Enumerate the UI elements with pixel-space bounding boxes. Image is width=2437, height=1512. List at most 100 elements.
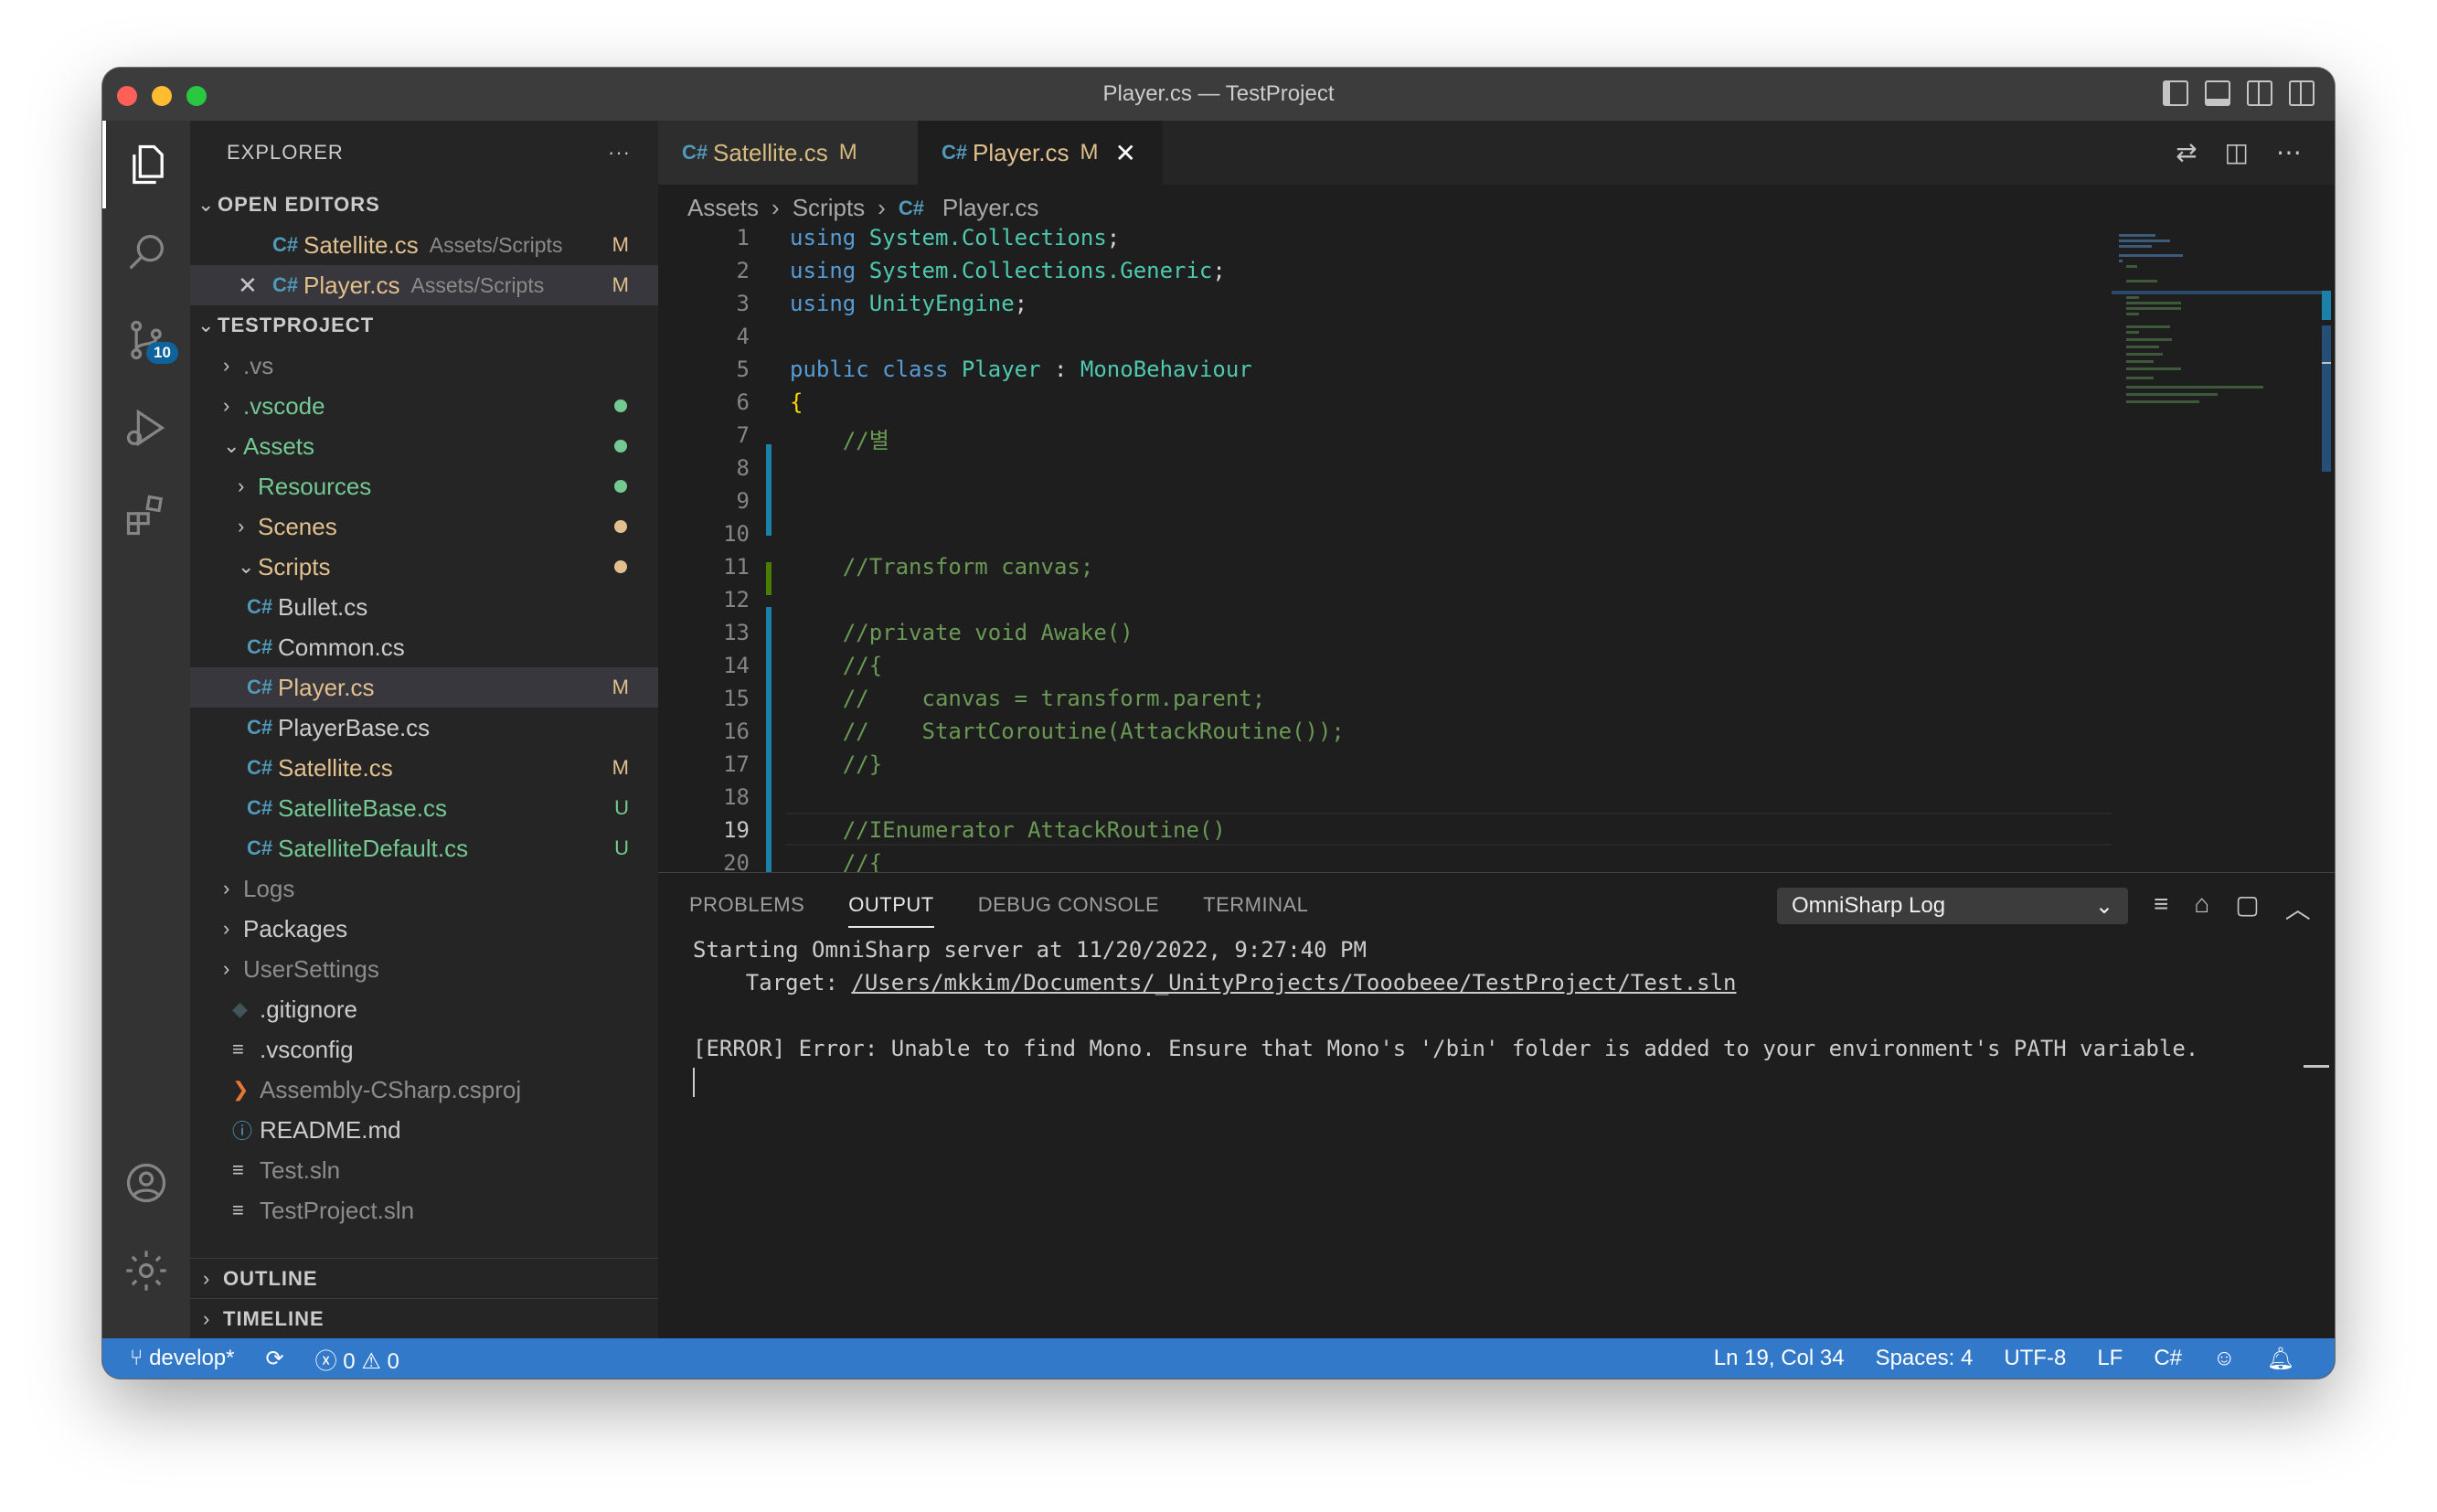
tree-folder[interactable]: › UserSettings: [190, 949, 658, 989]
tree-file[interactable]: C# SatelliteBase.cs U: [190, 788, 658, 828]
tree-file[interactable]: ❯ Assembly-CSharp.csproj: [190, 1070, 658, 1110]
tree-file[interactable]: C# Bullet.cs: [190, 587, 658, 627]
line-number: 3: [736, 291, 750, 316]
toggle-primary-sidebar-icon[interactable]: [2163, 80, 2188, 106]
window-controls: [117, 86, 207, 106]
status-right: Ln 19, Col 34 Spaces: 4 UTF-8 LF C# ☺ 🔔︎: [1714, 1346, 2294, 1372]
breadcrumb-item[interactable]: Player.cs: [942, 194, 1039, 222]
search-icon[interactable]: [102, 208, 190, 296]
code-line: //}: [790, 751, 883, 777]
tree-folder[interactable]: › Packages: [190, 909, 658, 949]
output-log[interactable]: Starting OmniSharp server at 11/20/2022,…: [693, 933, 2198, 1098]
open-changes-icon[interactable]: ⇄: [2176, 137, 2197, 167]
tree-folder[interactable]: › .vscode: [190, 386, 658, 426]
lock-scroll-icon[interactable]: ⌂: [2194, 889, 2209, 926]
indentation[interactable]: Spaces: 4: [1876, 1346, 1974, 1371]
more-actions-icon[interactable]: ⋯: [2276, 137, 2302, 167]
language-mode[interactable]: C#: [2154, 1346, 2182, 1371]
toggle-panel-icon[interactable]: [2205, 80, 2230, 106]
branch-indicator[interactable]: ⑂ develop*: [130, 1346, 235, 1371]
extensions-icon[interactable]: [102, 472, 190, 559]
sync-icon[interactable]: ⟳: [266, 1346, 284, 1372]
output-channel-select[interactable]: OmniSharp Log ⌄: [1777, 888, 2128, 924]
tree-file-selected[interactable]: C# Player.cs M: [190, 667, 658, 708]
tree-folder[interactable]: ⌄ Assets: [190, 426, 658, 466]
tree-file[interactable]: ≡ .vsconfig: [190, 1029, 658, 1070]
close-tab-icon[interactable]: ✕: [1115, 138, 1136, 168]
tab-terminal[interactable]: TERMINAL: [1203, 893, 1308, 928]
run-debug-icon[interactable]: [102, 384, 190, 472]
accounts-icon[interactable]: [102, 1139, 190, 1227]
git-file-icon: ◆: [232, 997, 248, 1020]
close-icon[interactable]: ✕: [238, 272, 272, 300]
open-editor-item[interactable]: ✕ C# Player.cs Assets/Scripts M: [190, 265, 658, 305]
tree-file[interactable]: ≡ Test.sln: [190, 1150, 658, 1190]
customize-layout-icon[interactable]: [2289, 80, 2315, 106]
log-line: Target: /Users/mkkim/Documents/_UnityPro…: [693, 970, 1737, 996]
status-bar: ⑂ develop* ⟳ ⓧ 0 ⚠ 0 Ln 19, Col 34 Space…: [102, 1338, 2335, 1379]
scroll-thumb[interactable]: [2322, 325, 2331, 389]
breadcrumb-item[interactable]: Assets: [687, 194, 759, 222]
tree-folder[interactable]: ⌄ Scripts: [190, 547, 658, 587]
open-in-editor-icon[interactable]: ▢: [2235, 889, 2259, 926]
encoding[interactable]: UTF-8: [2004, 1346, 2066, 1371]
solution-path-link[interactable]: /Users/mkkim/Documents/_UnityProjects/To…: [851, 970, 1736, 996]
manage-gear-icon[interactable]: [102, 1227, 190, 1315]
untracked-dot: [614, 440, 627, 453]
tree-file[interactable]: C# PlayerBase.cs: [190, 708, 658, 748]
code-line: //Transform canvas;: [790, 554, 1094, 580]
tree-file[interactable]: ◆ .gitignore: [190, 989, 658, 1029]
split-editor-icon[interactable]: ◫: [2225, 137, 2249, 167]
timeline-section[interactable]: › TIMELINE: [190, 1298, 658, 1338]
vscode-window: Player.cs — TestProject 10 EXPLORER ··· …: [102, 68, 2335, 1379]
config-file-icon: ≡: [232, 1038, 244, 1060]
notifications-bell-icon[interactable]: 🔔︎: [2267, 1346, 2294, 1372]
end-of-line[interactable]: LF: [2097, 1346, 2123, 1371]
tab-satellite[interactable]: C# Satellite.cs M: [658, 121, 918, 185]
explorer-icon[interactable]: [102, 121, 190, 208]
tab-output[interactable]: OUTPUT: [848, 893, 934, 928]
tree-folder[interactable]: › Logs: [190, 868, 658, 909]
tab-problems[interactable]: PROBLEMS: [689, 893, 804, 928]
git-status-badge: M: [612, 233, 629, 256]
close-window-button[interactable]: [117, 86, 137, 106]
tree-folder[interactable]: › Scenes: [190, 506, 658, 547]
csharp-file-icon: C#: [247, 635, 273, 658]
tab-player[interactable]: C# Player.cs M ✕: [918, 121, 1163, 185]
tree-file[interactable]: C# Satellite.cs M: [190, 748, 658, 788]
minimize-window-button[interactable]: [152, 86, 172, 106]
tree-file[interactable]: ⓘ README.md: [190, 1110, 658, 1150]
tree-folder[interactable]: › Resources: [190, 466, 658, 506]
problems-indicator[interactable]: ⓧ 0 ⚠ 0: [315, 1343, 399, 1375]
outline-section[interactable]: › OUTLINE: [190, 1258, 658, 1298]
feedback-icon[interactable]: ☺: [2213, 1346, 2236, 1371]
minimap[interactable]: [2112, 225, 2335, 872]
line-number: 6: [736, 389, 750, 415]
code-editor[interactable]: 1 2 3 4 5 6 7 8 9 10 11 12 13 14 15 16 1…: [658, 225, 2112, 872]
more-actions-icon[interactable]: ···: [608, 141, 631, 165]
error-line: [ERROR] Error: Unable to find Mono. Ensu…: [693, 1036, 2199, 1061]
panel-actions: ≡ ⌂ ▢ ︿ ✕: [2154, 889, 2335, 926]
open-editor-item[interactable]: C# Satellite.cs Assets/Scripts M: [190, 225, 658, 265]
breadcrumb-item[interactable]: Scripts: [793, 194, 865, 222]
modified-dot: [614, 560, 627, 573]
tree-file[interactable]: ≡ TestProject.sln: [190, 1190, 658, 1230]
tree-file[interactable]: C# SatelliteDefault.cs U: [190, 828, 658, 868]
code-line: //{: [790, 653, 883, 678]
maximize-panel-icon[interactable]: ︿: [2285, 889, 2311, 926]
status-left: ⑂ develop* ⟳ ⓧ 0 ⚠ 0: [130, 1343, 399, 1375]
zoom-window-button[interactable]: [186, 86, 207, 106]
open-editors-section[interactable]: ⌄ OPEN EDITORS: [190, 185, 658, 225]
tree-file[interactable]: C# Common.cs: [190, 627, 658, 667]
project-section[interactable]: ⌄ TESTPROJECT: [190, 305, 658, 346]
toggle-secondary-sidebar-icon[interactable]: [2247, 80, 2272, 106]
untracked-dot: [614, 480, 627, 493]
cursor-position[interactable]: Ln 19, Col 34: [1714, 1346, 1845, 1371]
tab-debug-console[interactable]: DEBUG CONSOLE: [978, 893, 1159, 928]
clear-output-icon[interactable]: ≡: [2154, 889, 2168, 926]
source-control-icon[interactable]: 10: [102, 296, 190, 384]
tree-folder[interactable]: › .vs: [190, 346, 658, 386]
code-line: using UnityEngine;: [790, 291, 1028, 316]
code-line: using System.Collections;: [790, 225, 1121, 250]
git-status-badge: M: [612, 676, 629, 698]
